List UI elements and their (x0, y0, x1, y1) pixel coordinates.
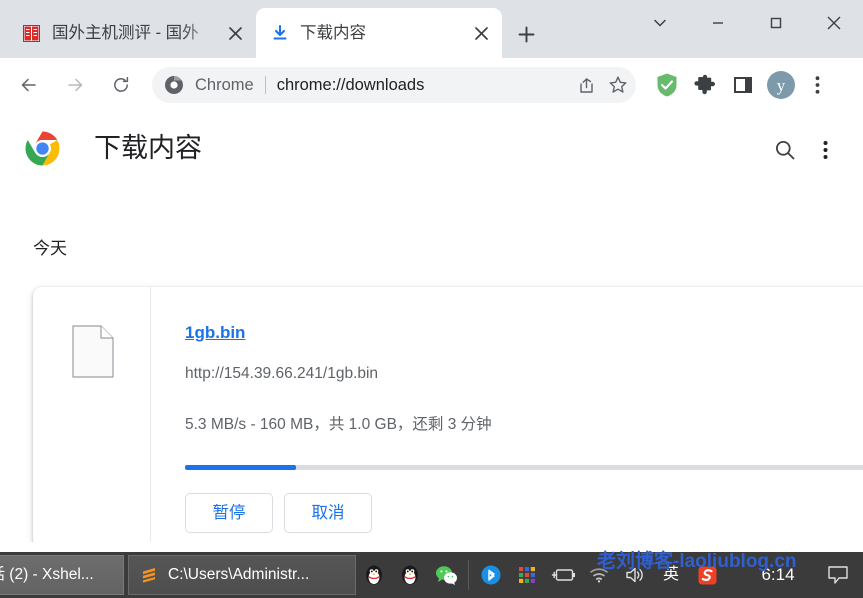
omnibox-url-text: chrome://downloads (276, 76, 425, 94)
close-button[interactable] (805, 0, 863, 46)
search-icon[interactable] (765, 130, 805, 170)
bookmark-star-icon[interactable] (602, 69, 634, 101)
downloads-menu-three-dot-icon[interactable] (805, 130, 845, 170)
section-header-today: 今天 (33, 239, 67, 258)
download-progress-fill (185, 465, 296, 470)
cancel-button[interactable]: 取消 (284, 493, 372, 533)
share-icon[interactable] (570, 69, 602, 101)
tab-1[interactable]: 下载内容 (256, 8, 502, 58)
browser-menu-three-dot-icon[interactable] (800, 67, 834, 103)
download-icon (270, 24, 289, 43)
site-watermark: 老刘博客-laoliublog.cn (597, 551, 797, 572)
chrome-page-icon (164, 75, 184, 95)
omnibox-chip-label: Chrome (195, 76, 254, 94)
notification-icon[interactable] (818, 552, 858, 598)
download-item-card: 1gb.bin http://154.39.66.241/1gb.bin 5.3… (33, 287, 863, 542)
taskbar-window-explorer-label: C:\Users\Administr... (168, 566, 310, 583)
reload-button[interactable] (101, 65, 141, 105)
puzzle-extensions-icon[interactable] (686, 67, 724, 103)
taskbar-window-xshell[interactable]: 会话 (2) - Xshel... (0, 555, 124, 595)
address-bar[interactable]: Chrome chrome://downloads (152, 67, 636, 103)
qq-penguin-icon[interactable] (392, 552, 428, 598)
tray-divider (468, 560, 469, 590)
battery-icon[interactable] (545, 552, 581, 598)
tab-1-close-icon[interactable] (468, 20, 494, 46)
browser-window: 国外主机测评 - 国外 下载内容 Chrome chrome://downloa… (0, 0, 863, 598)
tab-search-chevron-down-icon[interactable] (631, 0, 689, 46)
extension-icons: y (648, 67, 834, 103)
downloads-page-header: 下载内容 (0, 112, 863, 184)
tab-0[interactable]: 国外主机测评 - 国外 (8, 8, 256, 58)
pause-button[interactable]: 暂停 (185, 493, 273, 533)
page-title: 下载内容 (94, 133, 202, 163)
downloads-page-actions (765, 130, 845, 170)
forward-button[interactable] (55, 65, 95, 105)
download-source-url: http://154.39.66.241/1gb.bin (185, 365, 379, 382)
download-action-buttons: 暂停 取消 (185, 493, 383, 533)
back-button[interactable] (9, 65, 49, 105)
downloads-page: 下载内容 今天 1gb.bin http://154.39.66.241/1gb… (0, 112, 863, 542)
minimize-button[interactable] (689, 0, 747, 46)
tab-0-title: 国外主机测评 - 国外 (52, 24, 199, 42)
browser-toolbar: Chrome chrome://downloads y (0, 58, 863, 112)
maximize-button[interactable] (747, 0, 805, 46)
side-panel-icon[interactable] (724, 67, 762, 103)
new-tab-button[interactable] (510, 18, 542, 50)
adguard-shield-icon[interactable] (648, 67, 686, 103)
wechat-icon[interactable] (428, 552, 464, 598)
download-file-name-link[interactable]: 1gb.bin (185, 322, 245, 344)
tab-strip: 国外主机测评 - 国外 下载内容 (0, 0, 863, 58)
download-status-text: 5.3 MB/s - 160 MB，共 1.0 GB，还剩 3 分钟 (185, 416, 492, 433)
avatar-letter: y (767, 71, 795, 99)
download-progress-bar (185, 465, 863, 470)
color-grid-icon[interactable] (509, 552, 545, 598)
download-file-icon-cell (33, 287, 151, 542)
tab-1-title: 下载内容 (300, 24, 366, 42)
omnibox-divider (264, 76, 266, 94)
profile-avatar[interactable]: y (762, 67, 800, 103)
generic-file-icon (72, 325, 114, 378)
chrome-logo-icon (24, 130, 61, 167)
bluetooth-icon[interactable] (473, 552, 509, 598)
red-seal-favicon (22, 24, 41, 43)
omnibox-actions (570, 69, 634, 101)
sublime-icon (139, 565, 159, 585)
window-controls (631, 0, 863, 46)
taskbar-window-xshell-label: 会话 (2) - Xshel... (0, 566, 94, 583)
qq-penguin-icon[interactable] (356, 552, 392, 598)
tab-0-close-icon[interactable] (222, 20, 248, 46)
taskbar-window-explorer[interactable]: C:\Users\Administr... (128, 555, 356, 595)
